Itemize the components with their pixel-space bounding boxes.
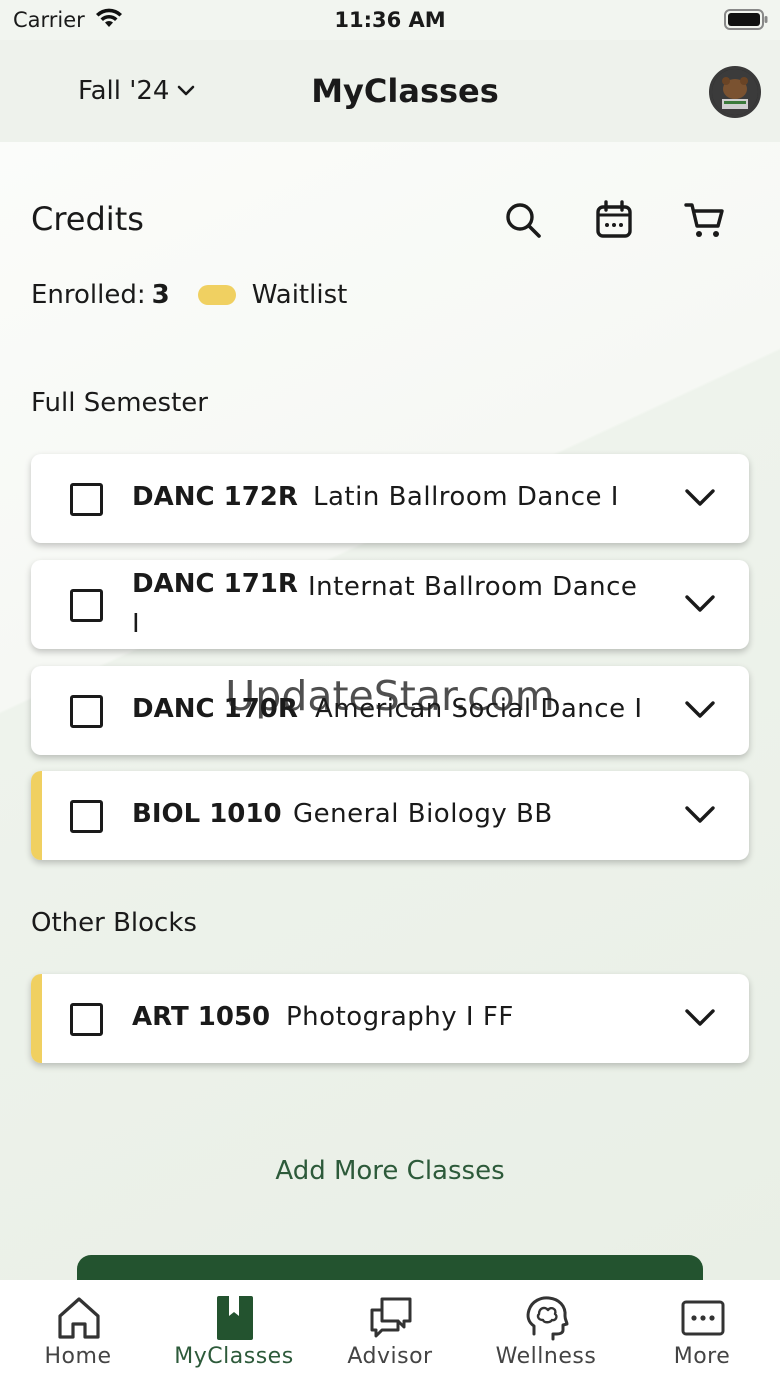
calendar-button[interactable] <box>594 200 634 240</box>
chevron-down-icon[interactable] <box>684 1006 716 1030</box>
home-icon <box>58 1297 100 1339</box>
cart-icon <box>684 203 724 237</box>
page-title: MyClasses <box>311 72 499 110</box>
tab-wellness[interactable]: Wellness <box>468 1280 624 1387</box>
class-name: Photography I FF <box>286 1002 514 1032</box>
class-code: DANC 170R <box>132 694 298 724</box>
class-name: Latin Ballroom Dance I <box>313 482 619 512</box>
class-checkbox[interactable] <box>70 800 103 833</box>
enrollment-summary: Enrolled: 3 Waitlist <box>31 280 347 310</box>
chevron-down-icon[interactable] <box>684 486 716 510</box>
tab-home[interactable]: Home <box>0 1280 156 1387</box>
tab-more[interactable]: More <box>624 1280 780 1387</box>
class-card[interactable]: DANC 172R Latin Ballroom Dance I <box>31 454 749 543</box>
class-checkbox[interactable] <box>70 695 103 728</box>
search-button[interactable] <box>503 200 543 240</box>
book-icon <box>217 1296 253 1340</box>
avatar[interactable] <box>709 66 761 118</box>
waitlist-legend-swatch <box>197 285 236 305</box>
waitlist-label: Waitlist <box>251 280 348 310</box>
credits-title: Credits <box>31 200 144 238</box>
enrolled-label: Enrolled: <box>31 280 146 310</box>
tab-bar: Home MyClasses Advisor Wellness More <box>0 1280 780 1387</box>
more-icon <box>681 1300 725 1336</box>
enrolled-count: 3 <box>151 280 170 310</box>
search-icon <box>506 203 541 238</box>
section-title-other-blocks: Other Blocks <box>31 908 197 938</box>
cart-button[interactable] <box>684 200 724 240</box>
status-bar: Carrier 11:36 AM <box>0 0 780 40</box>
main-content: Credits Enrolled: 3 Waitlist Full Semest… <box>0 142 780 1315</box>
brain-icon <box>526 1296 569 1341</box>
class-code: ART 1050 <box>132 1002 271 1032</box>
chevron-down-icon[interactable] <box>684 698 716 722</box>
calendar-icon <box>596 200 632 238</box>
class-checkbox[interactable] <box>70 483 103 516</box>
add-more-classes-link[interactable]: Add More Classes <box>0 1156 780 1186</box>
tab-label: MyClasses <box>174 1344 294 1369</box>
tab-label: Wellness <box>495 1344 597 1369</box>
app-header: Fall '24 MyClasses <box>0 40 780 142</box>
class-name: General Biology BB <box>293 799 553 829</box>
class-card-waitlisted[interactable]: ART 1050 Photography I FF <box>31 974 749 1063</box>
tab-label: More <box>673 1344 731 1369</box>
class-card[interactable]: DANC 171R Internat Ballroom Dance I <box>31 560 749 649</box>
class-name: Internat Ballroom Dance I <box>132 572 638 639</box>
clock: 11:36 AM <box>334 8 446 32</box>
class-code: DANC 172R <box>132 482 298 512</box>
tab-label: Home <box>44 1344 112 1369</box>
chevron-down-icon[interactable] <box>684 592 716 616</box>
class-card[interactable]: DANC 170R American Social Dance I <box>31 666 749 755</box>
class-card-waitlisted[interactable]: BIOL 1010 General Biology BB <box>31 771 749 860</box>
battery-icon <box>724 9 768 36</box>
chat-icon <box>370 1297 412 1338</box>
section-title-full-semester: Full Semester <box>31 388 208 418</box>
chevron-down-icon[interactable] <box>684 803 716 827</box>
tab-advisor[interactable]: Advisor <box>312 1280 468 1387</box>
class-code: BIOL 1010 <box>132 799 282 829</box>
tab-myclasses[interactable]: MyClasses <box>156 1280 312 1387</box>
class-name: American Social Dance I <box>315 694 643 724</box>
class-checkbox[interactable] <box>70 1003 103 1036</box>
tab-label: Advisor <box>347 1344 433 1369</box>
class-checkbox[interactable] <box>70 589 103 622</box>
